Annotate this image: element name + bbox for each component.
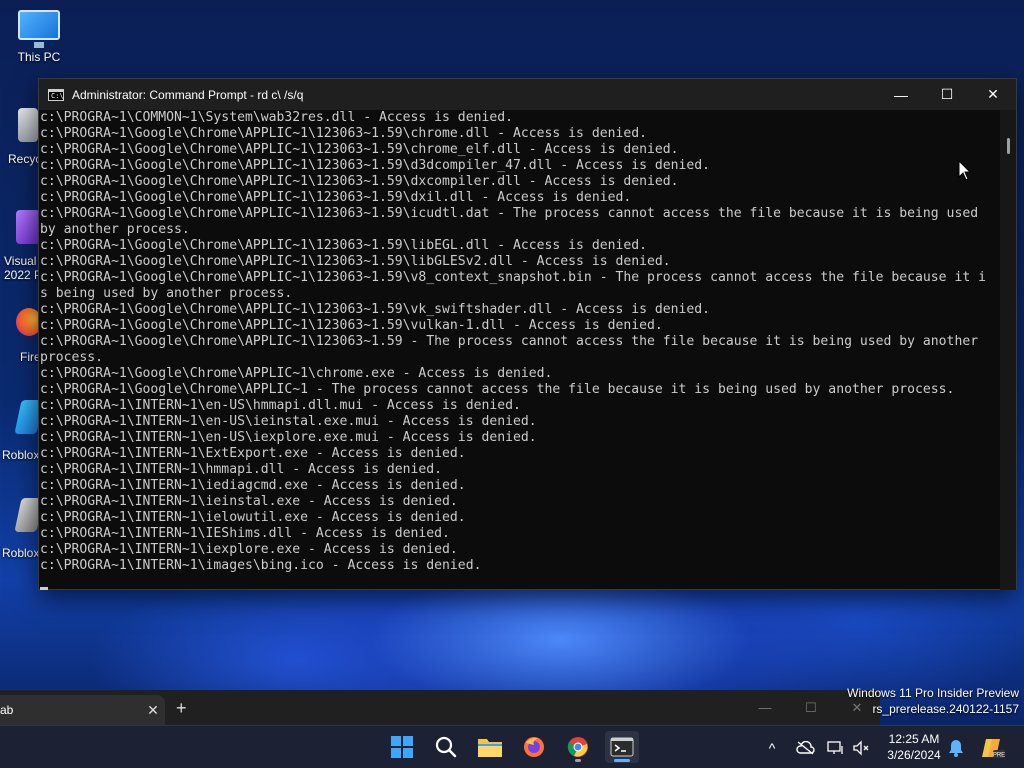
- console-line: c:\PROGRA~1\INTERN~1\ielowutil.exe - Acc…: [40, 510, 466, 525]
- console-line: c:\PROGRA~1\INTERN~1\IEShims.dll - Acces…: [40, 526, 450, 541]
- roblox-studio-icon: [14, 498, 40, 532]
- visual-studio-icon: [16, 210, 40, 244]
- new-tab-button[interactable]: +: [176, 699, 187, 717]
- console-line: c:\PROGRA~1\INTERN~1\iexplore.exe - Acce…: [40, 542, 458, 557]
- command-prompt-window[interactable]: C:\ Administrator: Command Prompt - rd c…: [38, 78, 1017, 590]
- console-line: c:\PROGRA~1\Google\Chrome\APPLIC~1\12306…: [40, 302, 711, 317]
- bell-icon: [949, 739, 963, 757]
- chrome-button[interactable]: [561, 731, 595, 763]
- console-line: c:\PROGRA~1\Google\Chrome\APPLIC~1 - The…: [40, 382, 955, 397]
- tab-close-icon[interactable]: ✕: [141, 702, 165, 719]
- console-line: c:\PROGRA~1\INTERN~1\ieinstal.exe - Acce…: [40, 494, 458, 509]
- console-line: c:\PROGRA~1\INTERN~1\hmmapi.dll - Access…: [40, 462, 443, 477]
- console-line: c:\PROGRA~1\Google\Chrome\APPLIC~1\12306…: [40, 174, 679, 189]
- volume-button[interactable]: [851, 726, 871, 768]
- console-line: c:\PROGRA~1\Google\Chrome\APPLIC~1\12306…: [40, 238, 647, 253]
- desktop-icon-label: Fire: [20, 350, 40, 364]
- copilot-icon: PRE: [982, 738, 1005, 758]
- console-line: c:\PROGRA~1\INTERN~1\en-US\ieinstal.exe.…: [40, 414, 537, 429]
- firefox-icon: [16, 308, 40, 336]
- volume-muted-icon: [853, 739, 869, 756]
- scrollbar-thumb[interactable]: [1007, 138, 1010, 154]
- onedrive-status-button[interactable]: [794, 726, 816, 768]
- tray-overflow-button[interactable]: ^: [762, 726, 782, 768]
- background-browser-window[interactable]: ab ✕ + — ☐ ✕: [0, 690, 880, 725]
- console-line: c:\PROGRA~1\Google\Chrome\APPLIC~1\12306…: [40, 334, 979, 349]
- desktop-icon-firefox[interactable]: Fire: [0, 308, 40, 364]
- network-icon: [827, 740, 843, 754]
- console-line: c:\PROGRA~1\Google\Chrome\APPLIC~1\12306…: [40, 270, 986, 285]
- app-running-indicator: [575, 759, 581, 762]
- app-active-indicator: [614, 759, 630, 762]
- chrome-icon: [567, 737, 588, 757]
- console-line: by another process.: [40, 222, 190, 237]
- console-output[interactable]: c:\PROGRA~1\COMMON~1\System\wab32res.dll…: [39, 110, 1001, 590]
- console-line: c:\PROGRA~1\Google\Chrome\APPLIC~1\12306…: [40, 318, 663, 333]
- desktop-icon-label: Roblox: [2, 546, 40, 560]
- desktop-icon-label: Recyc: [8, 152, 40, 166]
- terminal-button[interactable]: [605, 731, 639, 763]
- desktop-icon-visual-studio[interactable]: Visual 2022 P: [0, 210, 40, 282]
- console-line: c:\PROGRA~1\INTERN~1\iediagcmd.exe - Acc…: [40, 478, 466, 493]
- console-line: s being used by another process.: [40, 286, 293, 301]
- console-line: c:\PROGRA~1\Google\Chrome\APPLIC~1\12306…: [40, 158, 711, 173]
- console-line: c:\PROGRA~1\Google\Chrome\APPLIC~1\chrom…: [40, 366, 553, 381]
- console-line: c:\PROGRA~1\Google\Chrome\APPLIC~1\12306…: [40, 190, 632, 205]
- desktop-icon-roblox-studio[interactable]: Roblox: [0, 498, 40, 560]
- roblox-icon: [14, 400, 40, 434]
- svg-text:PRE: PRE: [993, 752, 1005, 758]
- os-watermark: Windows 11 Pro Insider Preview rs_prerel…: [847, 685, 1019, 717]
- watermark-line-1: Windows 11 Pro Insider Preview: [847, 686, 1019, 700]
- console-line: c:\PROGRA~1\COMMON~1\System\wab32res.dll…: [40, 110, 513, 125]
- close-button[interactable]: ✕: [970, 79, 1016, 110]
- firefox-icon: [524, 737, 544, 757]
- console-line: c:\PROGRA~1\INTERN~1\images\bing.ico - A…: [40, 558, 482, 573]
- console-line: c:\PROGRA~1\Google\Chrome\APPLIC~1\12306…: [40, 126, 647, 141]
- command-prompt-icon: C:\: [48, 88, 64, 101]
- search-icon: [435, 736, 457, 758]
- title-bar[interactable]: C:\ Administrator: Command Prompt - rd c…: [39, 79, 1016, 110]
- console-line: c:\PROGRA~1\INTERN~1\en-US\hmmapi.dll.mu…: [40, 398, 521, 413]
- file-explorer-icon: [478, 739, 502, 757]
- maximize-button[interactable]: ☐: [924, 79, 970, 110]
- desktop-icon-label: Roblox: [2, 448, 40, 462]
- desktop-icon-roblox[interactable]: Roblox: [0, 400, 40, 462]
- start-button[interactable]: [385, 731, 419, 763]
- clock-time: 12:25 AM: [888, 732, 940, 746]
- clock[interactable]: 12:25 AM 3/26/2024: [872, 731, 956, 763]
- text-cursor: [40, 587, 48, 590]
- console-line: c:\PROGRA~1\INTERN~1\en-US\iexplore.exe.…: [40, 430, 537, 445]
- notifications-button[interactable]: [946, 726, 966, 768]
- watermark-line-2: rs_prerelease.240122-1157: [872, 702, 1019, 716]
- taskbar: ^ 12:25 AM 3/26/2024 PRE: [0, 725, 1024, 768]
- console-line: c:\PROGRA~1\INTERN~1\ExtExport.exe - Acc…: [40, 446, 466, 461]
- console-line: c:\PROGRA~1\Google\Chrome\APPLIC~1\12306…: [40, 206, 979, 221]
- firefox-button[interactable]: [517, 731, 551, 763]
- console-line: process.: [40, 350, 104, 365]
- mouse-pointer-icon: [958, 160, 972, 181]
- browser-minimize-button[interactable]: —: [742, 690, 788, 725]
- clock-date: 3/26/2024: [887, 748, 941, 762]
- file-explorer-button[interactable]: [473, 731, 507, 763]
- desktop-icon-label: This PC: [17, 50, 61, 64]
- search-button[interactable]: [429, 731, 463, 763]
- copilot-button[interactable]: PRE: [978, 726, 1008, 768]
- console-line: c:\PROGRA~1\Google\Chrome\APPLIC~1\12306…: [40, 142, 679, 157]
- browser-maximize-button[interactable]: ☐: [788, 690, 834, 725]
- monitor-icon: [18, 10, 60, 48]
- cloud-offline-icon: [796, 740, 815, 755]
- network-button[interactable]: [826, 726, 846, 768]
- terminal-icon: [610, 737, 634, 757]
- browser-tab[interactable]: ab ✕: [0, 695, 165, 725]
- start-icon: [391, 736, 413, 758]
- browser-tab-title: ab: [0, 703, 14, 717]
- desktop-icon-this-pc[interactable]: This PC: [4, 10, 74, 64]
- console-line: c:\PROGRA~1\Google\Chrome\APPLIC~1\12306…: [40, 254, 671, 269]
- window-title: Administrator: Command Prompt - rd c\ /s…: [72, 87, 304, 102]
- minimize-button[interactable]: —: [878, 79, 924, 110]
- vertical-scrollbar[interactable]: [1000, 110, 1016, 590]
- recycle-bin-icon: [18, 108, 38, 142]
- desktop-icon-label: Visual 2022 P: [4, 254, 40, 282]
- desktop-icon-recycle-bin[interactable]: Recyc: [0, 108, 40, 166]
